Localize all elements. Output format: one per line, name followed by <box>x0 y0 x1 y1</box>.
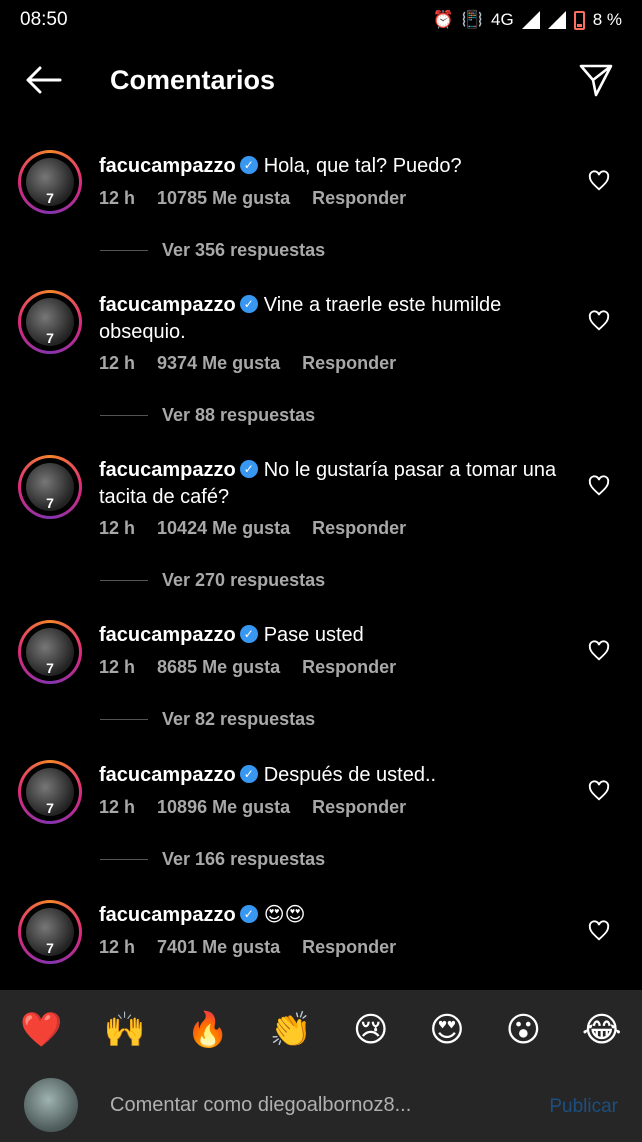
vibrate-icon: 📳 <box>461 10 484 29</box>
comment-likes[interactable]: 7401 Me gusta <box>157 937 280 958</box>
heart-icon[interactable] <box>588 920 610 942</box>
comment-meta: 12 h 10896 Me gusta Responder <box>99 797 406 818</box>
comment-username[interactable]: facucampazzo <box>99 904 236 926</box>
reply-button[interactable]: Responder <box>312 518 406 539</box>
comment-likes[interactable]: 10896 Me gusta <box>157 797 290 818</box>
heart-icon[interactable] <box>588 475 610 497</box>
alarm-icon: ⏰ <box>432 10 454 29</box>
emoji-heart-button[interactable]: ❤️ <box>20 1010 62 1050</box>
publish-button[interactable]: Publicar <box>549 1096 618 1118</box>
reply-button[interactable]: Responder <box>312 797 406 818</box>
comment-composer: Comentar como diegoalbornoz8... Publicar <box>0 1070 642 1142</box>
signal-icon <box>521 11 540 29</box>
current-user-avatar <box>24 1078 78 1132</box>
comment-time: 12 h <box>99 353 136 373</box>
reply-button[interactable]: Responder <box>312 188 406 209</box>
avatar[interactable]: 7 <box>18 150 82 214</box>
view-replies-label: Ver 356 respuestas <box>162 240 326 260</box>
page-title: Comentarios <box>110 64 276 95</box>
status-bar: 08:50 ⏰ 📳 4G 8 % <box>0 0 642 40</box>
comment-input[interactable]: Comentar como diegoalbornoz8... <box>110 1094 411 1117</box>
verified-badge-icon: ✓ <box>239 156 258 175</box>
emoji-surprised-button[interactable]: 😮 <box>506 1010 541 1050</box>
comment-meta: 12 h 9374 Me gusta Responder <box>99 353 396 374</box>
emoji-quick-bar: ❤️ 🙌 🔥 👏 😢 😍 😮 😂 <box>0 990 642 1070</box>
direct-message-icon[interactable] <box>578 62 614 98</box>
comment-time: 12 h <box>99 657 136 677</box>
comment-likes[interactable]: 10785 Me gusta <box>157 188 290 209</box>
verified-badge-icon: ✓ <box>239 625 258 644</box>
comment-text: Hola, que tal? Puedo? <box>263 155 462 177</box>
comment-username[interactable]: facucampazzo <box>99 294 236 316</box>
emoji-heart-eyes-button[interactable]: 😍 <box>429 1010 464 1050</box>
battery-icon <box>573 10 585 30</box>
status-time: 08:50 <box>20 9 68 30</box>
comment-text: Después de usted.. <box>263 764 437 786</box>
signal-icon-2 <box>547 11 566 29</box>
comment-time: 12 h <box>99 797 136 817</box>
emoji-raised-hands-button[interactable]: 🙌 <box>104 1010 146 1050</box>
comment-username[interactable]: facucampazzo <box>99 764 236 786</box>
network-type: 4G <box>491 10 514 29</box>
back-arrow-icon[interactable] <box>24 64 64 96</box>
view-replies-label: Ver 82 respuestas <box>162 709 316 729</box>
comment-text: 😍😍 <box>263 904 306 926</box>
view-replies-button[interactable]: Ver 356 respuestas <box>100 240 325 261</box>
divider-line <box>100 719 148 720</box>
divider-line <box>100 250 148 251</box>
heart-icon[interactable] <box>588 640 610 662</box>
divider-line <box>100 859 148 860</box>
emoji-clap-button[interactable]: 👏 <box>270 1010 312 1050</box>
avatar[interactable]: 7 <box>18 290 82 354</box>
comment-time: 12 h <box>99 518 136 538</box>
heart-icon[interactable] <box>588 780 610 802</box>
reply-button[interactable]: Responder <box>302 353 396 374</box>
comment-meta: 12 h 10785 Me gusta Responder <box>99 188 406 209</box>
header: Comentarios <box>0 50 642 110</box>
divider-line <box>100 580 148 581</box>
comment-time: 12 h <box>99 937 136 957</box>
comment-username[interactable]: facucampazzo <box>99 459 236 481</box>
comment-meta: 12 h 10424 Me gusta Responder <box>99 518 406 539</box>
view-replies-label: Ver 166 respuestas <box>162 849 326 869</box>
emoji-fire-button[interactable]: 🔥 <box>187 1010 229 1050</box>
reply-button[interactable]: Responder <box>302 657 396 678</box>
comment-username[interactable]: facucampazzo <box>99 624 236 646</box>
verified-badge-icon: ✓ <box>239 905 258 924</box>
verified-badge-icon: ✓ <box>239 765 258 784</box>
heart-icon[interactable] <box>588 310 610 332</box>
view-replies-label: Ver 88 respuestas <box>162 405 316 425</box>
status-icons: ⏰ 📳 4G 8 % <box>433 10 622 30</box>
comment-likes[interactable]: 10424 Me gusta <box>157 518 290 539</box>
comment-time: 12 h <box>99 188 136 208</box>
comment-username[interactable]: facucampazzo <box>99 155 236 177</box>
emoji-crying-button[interactable]: 😢 <box>353 1010 388 1050</box>
comment-text: Pase usted <box>263 624 364 646</box>
comment-likes[interactable]: 9374 Me gusta <box>157 353 280 374</box>
avatar[interactable]: 7 <box>18 620 82 684</box>
view-replies-label: Ver 270 respuestas <box>162 570 326 590</box>
comment-likes[interactable]: 8685 Me gusta <box>157 657 280 678</box>
reply-button[interactable]: Responder <box>302 937 396 958</box>
emoji-laughing-button[interactable]: 😂 <box>582 1010 622 1050</box>
view-replies-button[interactable]: Ver 166 respuestas <box>100 849 325 870</box>
view-replies-button[interactable]: Ver 88 respuestas <box>100 405 315 426</box>
view-replies-button[interactable]: Ver 82 respuestas <box>100 709 315 730</box>
avatar[interactable]: 7 <box>18 900 82 964</box>
heart-icon[interactable] <box>588 170 610 192</box>
battery-level: 8 % <box>592 10 622 29</box>
divider-line <box>100 415 148 416</box>
view-replies-button[interactable]: Ver 270 respuestas <box>100 570 325 591</box>
comment-meta: 12 h 8685 Me gusta Responder <box>99 657 396 678</box>
avatar[interactable]: 7 <box>18 455 82 519</box>
comment-meta: 12 h 7401 Me gusta Responder <box>99 937 396 958</box>
verified-badge-icon: ✓ <box>239 460 258 479</box>
avatar[interactable]: 7 <box>18 760 82 824</box>
verified-badge-icon: ✓ <box>239 295 258 314</box>
